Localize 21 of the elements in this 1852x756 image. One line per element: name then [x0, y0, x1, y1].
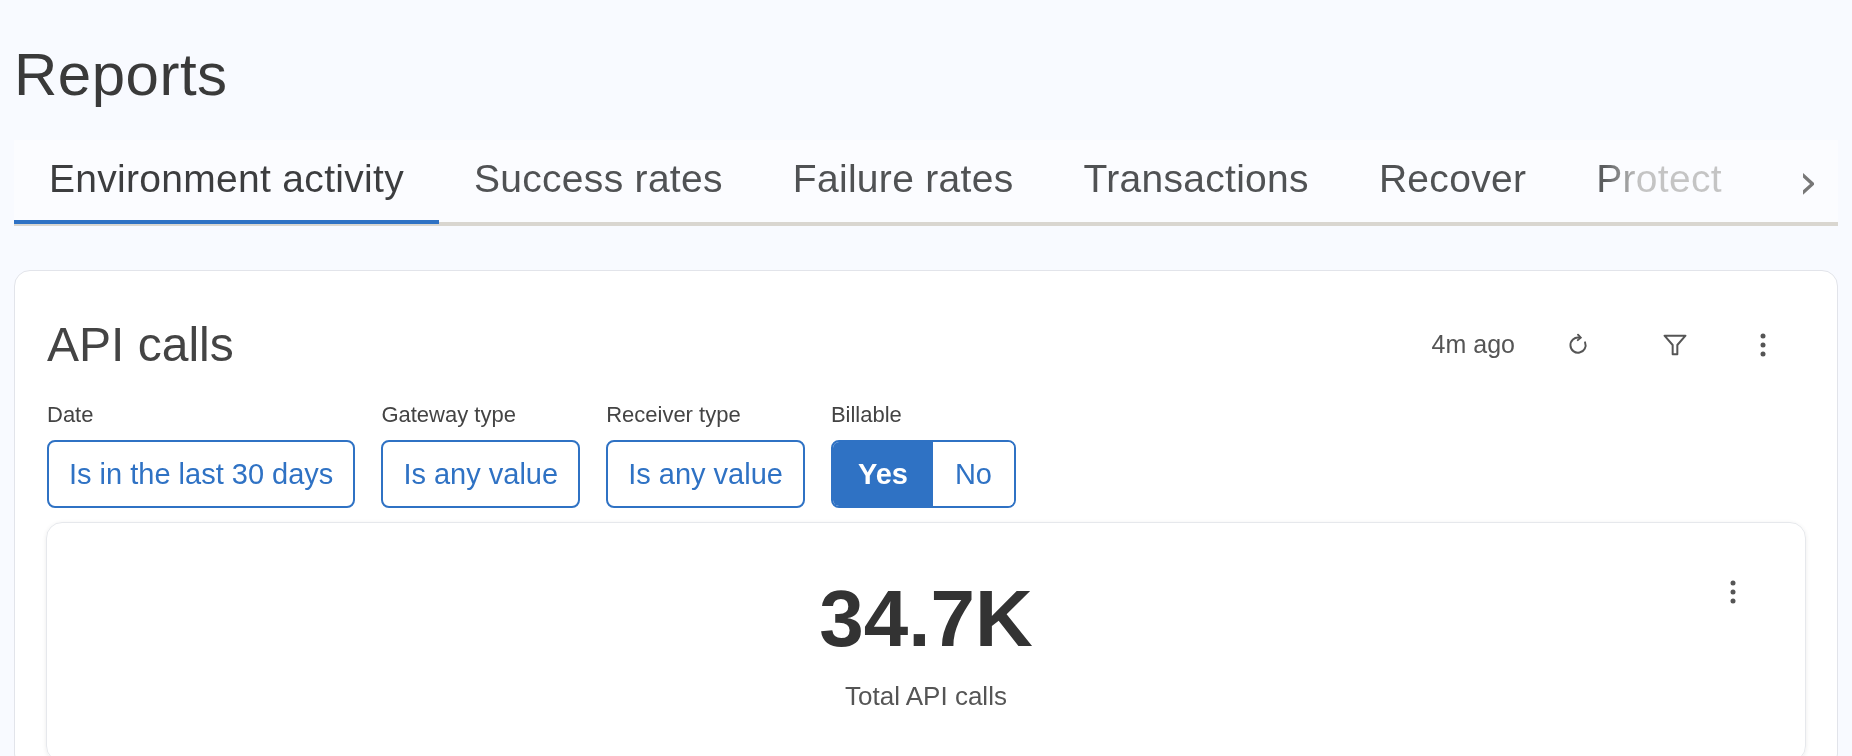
tab[interactable]: Failure rates: [757, 138, 1049, 224]
more-icon[interactable]: [1729, 579, 1737, 605]
filter-label: Gateway type: [381, 402, 516, 428]
filter-button[interactable]: Is in the last 30 days: [47, 440, 356, 508]
tab[interactable]: Transactions: [1048, 138, 1344, 224]
metric-caption: Total API calls: [845, 681, 1007, 712]
page-title: Reports: [14, 40, 229, 110]
tab[interactable]: Success rates: [438, 138, 758, 224]
tab[interactable]: Environment activity: [14, 138, 439, 224]
filter-button[interactable]: Is any value: [381, 440, 581, 508]
filter-label: Receiver type: [606, 402, 741, 428]
toggle-option[interactable]: Yes: [832, 442, 933, 506]
filter-label: Billable: [830, 402, 902, 428]
scroll-right-button[interactable]: ›: [1778, 145, 1838, 217]
filter-button[interactable]: Is any value: [606, 440, 805, 508]
metric-value: 34.7K: [819, 579, 1033, 659]
more-icon[interactable]: [1759, 331, 1767, 358]
card-title: API calls: [47, 317, 234, 372]
tab[interactable]: Recover: [1343, 138, 1562, 224]
updated-time: 4m ago: [1431, 330, 1515, 359]
filter-label: Date: [47, 402, 94, 428]
